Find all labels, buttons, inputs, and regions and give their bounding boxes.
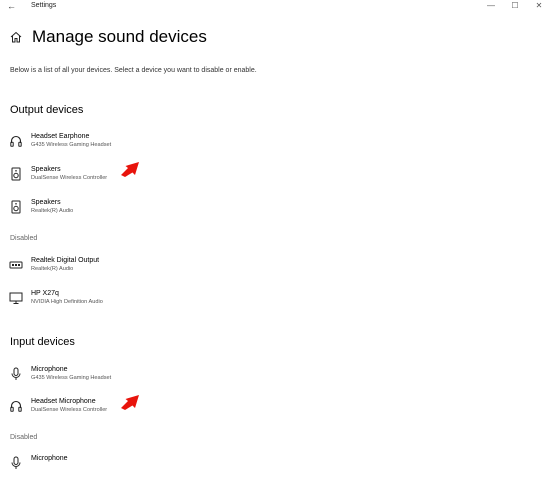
device-realtek-digital-output[interactable]: Realtek Digital Output Realtek(R) Audio xyxy=(9,257,239,279)
device-name: Microphone xyxy=(31,455,68,462)
back-arrow-icon[interactable]: ← xyxy=(7,1,16,11)
annotation-arrow-icon xyxy=(121,395,139,410)
device-headset-earphone[interactable]: Headset Earphone G435 Wireless Gaming He… xyxy=(9,133,239,155)
device-subtitle: DualSense Wireless Controller xyxy=(31,175,108,181)
device-subtitle: Realtek(R) Audio xyxy=(31,266,74,272)
input-disabled-label: Disabled xyxy=(10,434,38,441)
device-name: HP X27q xyxy=(31,290,59,297)
close-button[interactable]: ✕ xyxy=(532,0,546,12)
device-hp-x27q[interactable]: HP X27q NVIDIA High Definition Audio xyxy=(9,290,239,312)
microphone-icon xyxy=(9,456,23,470)
device-name: Headset Earphone xyxy=(31,133,90,140)
input-devices-heading: Input devices xyxy=(10,336,75,348)
speaker-icon xyxy=(9,200,23,214)
device-name: Microphone xyxy=(31,366,68,373)
device-speakers-realtek[interactable]: Speakers Realtek(R) Audio xyxy=(9,199,239,221)
page-title: Manage sound devices xyxy=(32,27,207,46)
device-microphone-g435[interactable]: Microphone G435 Wireless Gaming Headset xyxy=(9,366,239,388)
monitor-icon xyxy=(9,291,23,305)
digital-output-icon xyxy=(9,258,23,272)
device-name: Realtek Digital Output xyxy=(31,257,100,264)
window-title: Settings xyxy=(31,2,57,9)
device-subtitle: Realtek(R) Audio xyxy=(31,208,74,214)
headset-icon xyxy=(9,399,23,413)
device-subtitle: NVIDIA High Definition Audio xyxy=(31,299,103,305)
device-name: Speakers xyxy=(31,166,61,173)
device-subtitle: G435 Wireless Gaming Headset xyxy=(31,375,112,381)
device-subtitle: DualSense Wireless Controller xyxy=(31,407,108,413)
home-icon[interactable] xyxy=(10,30,22,48)
page-description: Below is a list of all your devices. Sel… xyxy=(10,67,257,74)
output-disabled-label: Disabled xyxy=(10,235,38,242)
window-titlebar: ← Settings — ☐ ✕ xyxy=(0,0,550,14)
device-microphone-disabled[interactable]: Microphone xyxy=(9,455,239,477)
device-subtitle: G435 Wireless Gaming Headset xyxy=(31,142,112,148)
annotation-arrow-icon xyxy=(121,162,139,177)
headset-icon xyxy=(9,134,23,148)
output-devices-heading: Output devices xyxy=(10,104,84,116)
maximize-button[interactable]: ☐ xyxy=(508,0,522,12)
minimize-button[interactable]: — xyxy=(484,0,498,12)
speaker-icon xyxy=(9,167,23,181)
microphone-icon xyxy=(9,367,23,381)
device-name: Speakers xyxy=(31,199,61,206)
device-name: Headset Microphone xyxy=(31,398,96,405)
